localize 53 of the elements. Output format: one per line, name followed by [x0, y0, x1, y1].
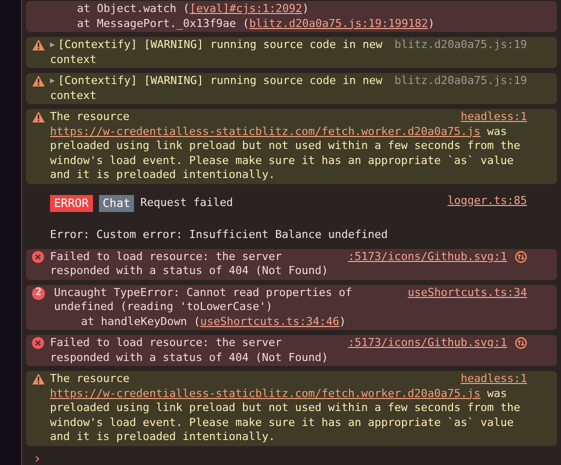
message-text: ): [339, 314, 346, 329]
source-link[interactable]: headless:1: [460, 372, 527, 386]
count-badge: 2: [32, 286, 45, 300]
message-text: Request failed: [140, 196, 234, 211]
tag-badge: Chat: [98, 195, 134, 212]
warning-icon: [32, 39, 45, 51]
message-text: [Contextify] [WARNING] running source code in new: [58, 74, 382, 88]
network-request-icon[interactable]: [515, 250, 527, 263]
source-link[interactable]: [eval]#cjs:1:2092: [190, 2, 302, 16]
warning-icon: [32, 75, 45, 87]
message-text: responded with a status of 404 (Not Found): [50, 350, 328, 365]
message-text: was: [486, 386, 507, 401]
source-link[interactable]: :5173/icons/Github.svg:1: [348, 250, 507, 264]
message-text: The resource: [50, 372, 130, 386]
warning-icon: [32, 111, 45, 123]
console-prompt[interactable]: ›: [33, 450, 42, 465]
message-text: at Object.watch (: [77, 2, 190, 16]
message-text: and it is preloaded intentionally.: [50, 168, 276, 182]
source-link[interactable]: blitz.d20a0a75.js:19:199182: [249, 16, 428, 31]
message-text: responded with a status of 404 (Not Found): [50, 264, 328, 278]
source-link[interactable]: blitz.d20a0a75.js:19: [394, 38, 527, 52]
message-text: ): [302, 2, 309, 16]
source-link[interactable]: blitz.d20a0a75.js:19: [394, 74, 527, 88]
message-text: and it is preloaded intentionally.: [50, 430, 276, 444]
message-text: undefined (reading 'toLowerCase'): [54, 300, 273, 314]
message-text: at handleKeyDown (: [81, 314, 200, 329]
message-text: [Contextify] [WARNING] running source code in new: [58, 38, 382, 52]
message-text: preloaded using link preload but not used within a few seconds from the: [50, 401, 520, 416]
message-text: ): [428, 16, 435, 31]
source-link[interactable]: :5173/icons/Github.svg:1: [348, 336, 507, 350]
message-text: window's load event. Please make sure it has an appropriate `as` value: [50, 154, 514, 168]
warning-icon: [32, 373, 45, 385]
source-link[interactable]: useShortcuts.ts:34:46: [200, 314, 340, 329]
message-text: window's load event. Please make sure it has an appropriate `as` value: [50, 416, 514, 430]
message-text: preloaded using link preload but not used within a few seconds from the: [50, 139, 520, 154]
message-text: Uncaught TypeError: Cannot read properties of: [54, 286, 352, 300]
tag-badge: ERROR: [50, 195, 93, 212]
message-text: Failed to load resource: the server: [50, 336, 282, 350]
message-text: context: [50, 88, 96, 103]
expand-toggle[interactable]: ▶: [50, 38, 55, 52]
message-text: at MessagePort._0x13f9ae (: [77, 16, 250, 31]
network-request-icon[interactable]: [515, 337, 527, 350]
source-link[interactable]: useShortcuts.ts:34: [408, 286, 527, 300]
message-text: context: [50, 52, 96, 67]
message-text: Error: Custom error: Insufficient Balance undefined: [50, 228, 388, 242]
message-text: was: [486, 124, 507, 139]
source-link[interactable]: https://w-credentialless-staticblitz.com/fetch.worker.d20a0a75.js: [50, 386, 480, 401]
expand-toggle[interactable]: ▶: [50, 74, 55, 88]
source-link[interactable]: logger.ts:85: [448, 194, 527, 208]
source-link[interactable]: https://w-credentialless-staticblitz.com/fetch.worker.d20a0a75.js: [50, 124, 480, 139]
message-text: The resource: [50, 110, 130, 124]
message-text: Failed to load resource: the server: [50, 250, 282, 264]
source-link[interactable]: headless:1: [460, 110, 527, 124]
